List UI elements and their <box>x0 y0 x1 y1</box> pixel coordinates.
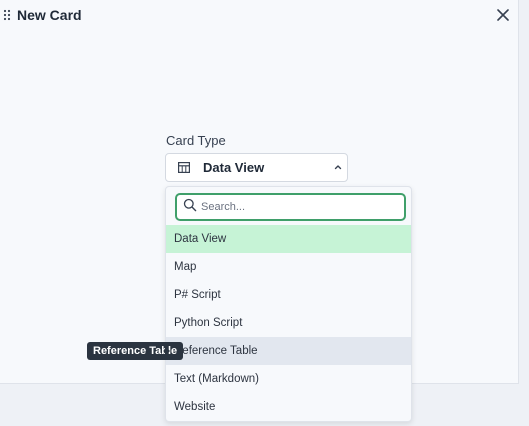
card-type-select[interactable]: Data View <box>165 153 348 182</box>
option-item[interactable]: Website <box>166 393 411 421</box>
table-icon <box>178 162 190 173</box>
search-box <box>175 193 406 221</box>
search-icon <box>183 198 197 212</box>
card-type-dropdown: Data View Map P# Script Python Script Re… <box>165 186 412 422</box>
selected-card-type: Data View <box>203 160 265 175</box>
page-title: New Card <box>17 7 82 23</box>
tooltip-arrow <box>165 346 170 356</box>
search-input[interactable] <box>199 197 398 217</box>
card-type-label: Card Type <box>166 133 226 148</box>
option-item[interactable]: Map <box>166 253 411 281</box>
drag-handle-icon[interactable] <box>3 9 11 21</box>
option-item[interactable]: Reference Table <box>166 337 411 365</box>
close-icon[interactable] <box>494 6 512 24</box>
panel-header: New Card <box>0 0 518 32</box>
option-item[interactable]: Data View <box>166 225 411 253</box>
chevron-up-icon <box>334 165 342 170</box>
option-item[interactable]: P# Script <box>166 281 411 309</box>
option-item[interactable]: Text (Markdown) <box>166 365 411 393</box>
option-item[interactable]: Python Script <box>166 309 411 337</box>
options-list: Data View Map P# Script Python Script Re… <box>166 225 411 421</box>
